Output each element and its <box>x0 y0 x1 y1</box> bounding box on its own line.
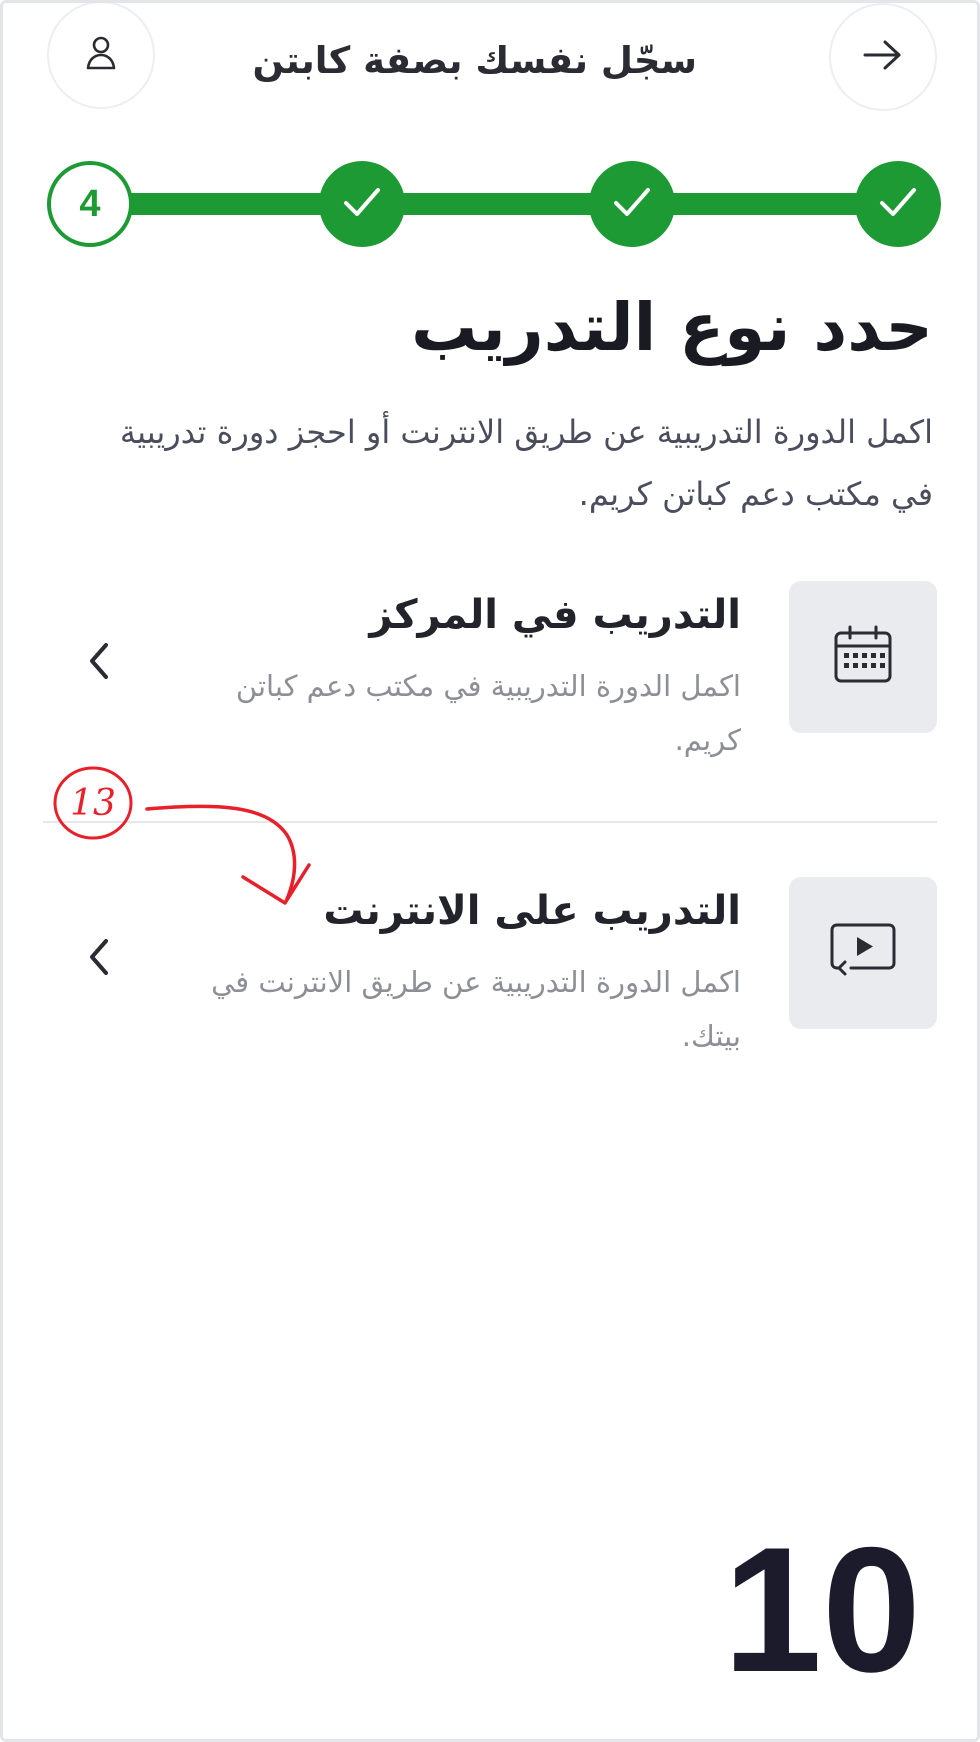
chevron-left-icon[interactable] <box>69 927 129 987</box>
check-icon <box>610 184 654 224</box>
step-3-completed <box>319 161 405 247</box>
current-step-number: 4 <box>79 182 101 225</box>
check-icon <box>340 184 384 224</box>
profile-button[interactable] <box>47 3 155 109</box>
option-center-training[interactable]: التدريب في المركز اكمل الدورة التدريبية … <box>43 581 937 781</box>
user-icon <box>83 33 119 77</box>
step-4-current: 4 <box>47 161 133 247</box>
back-button[interactable] <box>829 3 937 111</box>
video-play-icon <box>827 920 899 986</box>
option-description: اكمل الدورة التدريبية عن طريق الانترنت ف… <box>211 965 741 1053</box>
option-description: اكمل الدورة التدريبية في مكتب دعم كباتن … <box>235 669 741 757</box>
option-title: التدريب في المركز <box>369 592 741 638</box>
calendar-icon <box>830 622 896 692</box>
screen: سجّل نفسك بصفة كابتن 4 حدد نوع التدريب ا… <box>0 0 980 1742</box>
stepper-progress-bar <box>93 193 903 215</box>
arrow-right-icon <box>861 37 905 77</box>
page-title: حدد نوع التدريب <box>411 289 933 366</box>
screen-number: 10 <box>723 1510 921 1709</box>
chevron-left-icon[interactable] <box>69 631 129 691</box>
header-title: سجّل نفسك بصفة كابتن <box>252 39 697 82</box>
option-icon-box <box>789 877 937 1029</box>
progress-stepper: 4 <box>3 153 977 253</box>
option-icon-box <box>789 581 937 733</box>
annotation-number: 13 <box>70 783 116 824</box>
annotation-marker: 13 <box>47 765 347 935</box>
check-icon <box>876 184 920 224</box>
page-subtitle: اكمل الدورة التدريبية عن طريق الانترنت أ… <box>119 413 933 513</box>
step-2-completed <box>589 161 675 247</box>
step-1-completed <box>855 161 941 247</box>
